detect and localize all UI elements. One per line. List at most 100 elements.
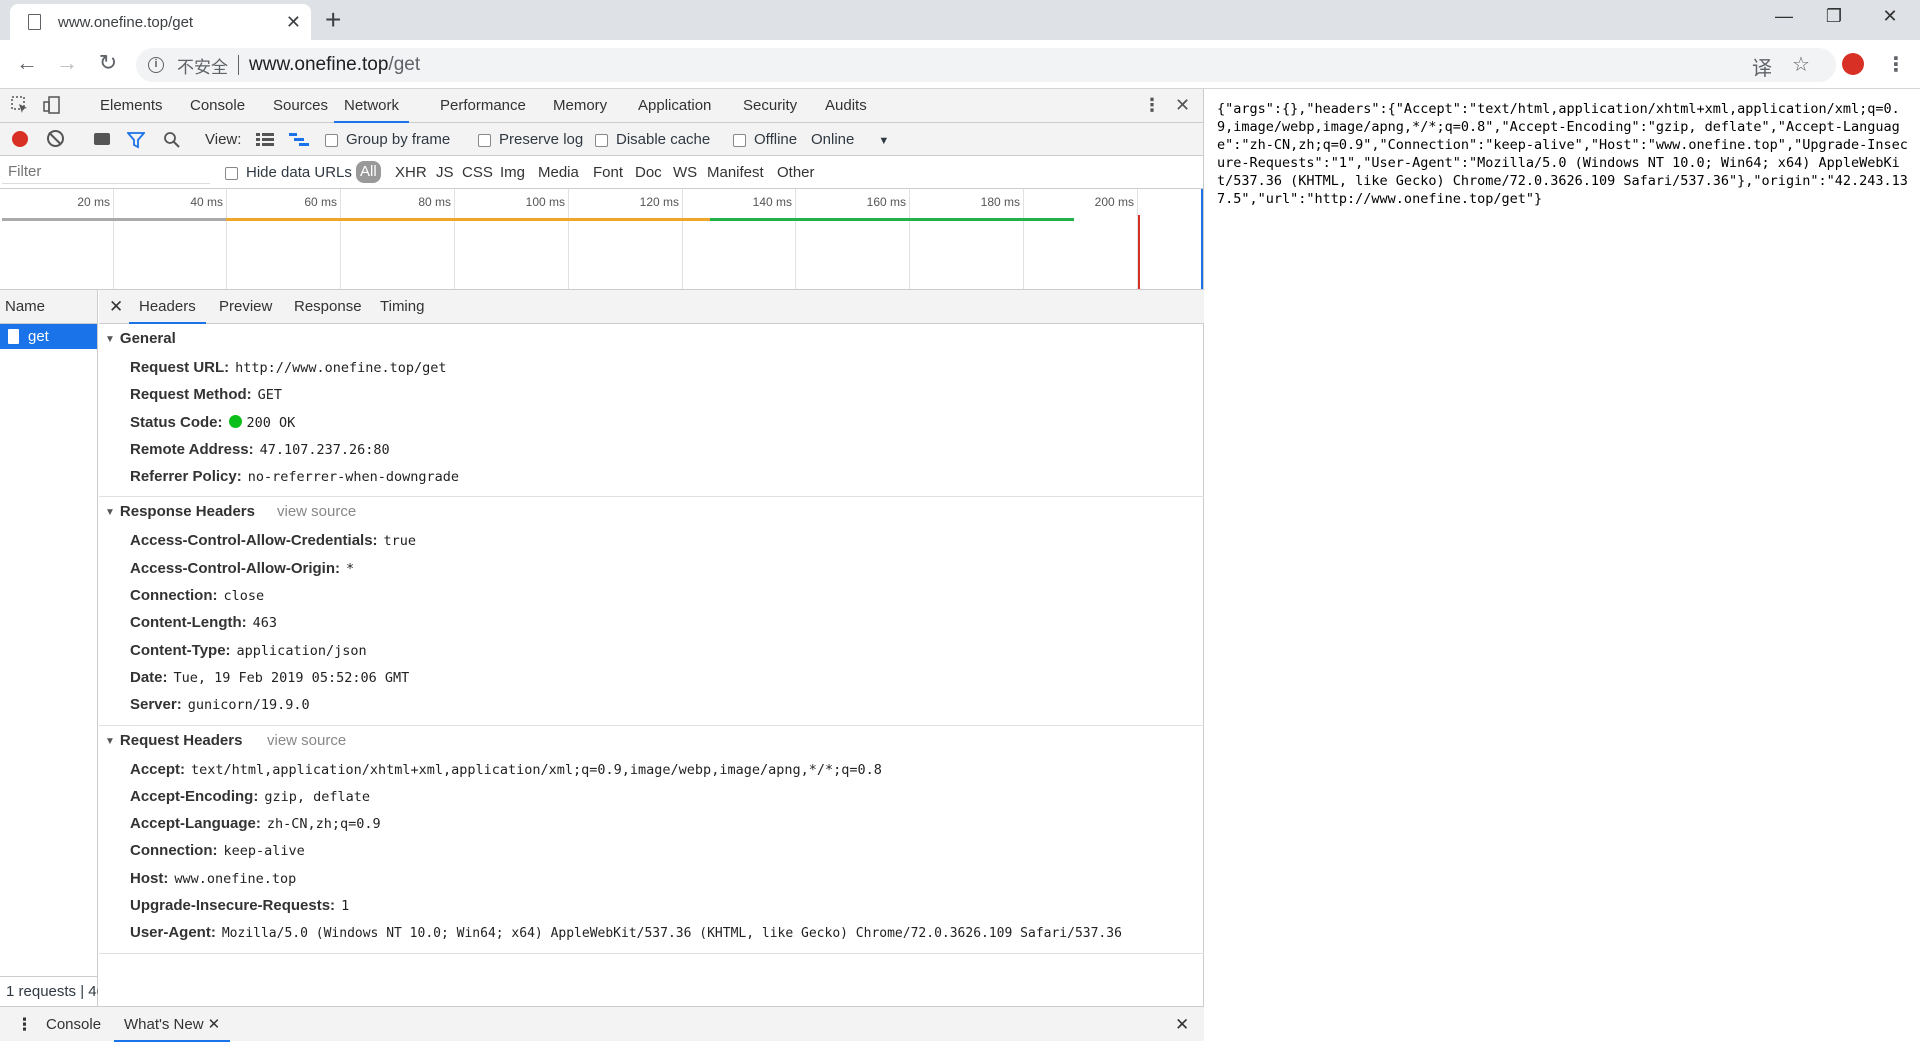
tab-security[interactable]: Security	[743, 89, 797, 123]
profile-avatar[interactable]	[1842, 53, 1864, 75]
header-value: http://www.onefine.top/get	[235, 360, 447, 376]
header-value: keep-alive	[223, 843, 305, 860]
browser-tab[interactable]: www.onefine.top/get ✕	[10, 4, 311, 40]
filter-input[interactable]	[2, 160, 210, 184]
header-key: Accept-Encoding:	[130, 787, 259, 805]
star-icon[interactable]: ☆	[1792, 52, 1810, 77]
offline-checkbox[interactable]: Offline	[733, 131, 797, 148]
close-detail-icon[interactable]: ✕	[109, 290, 123, 324]
hide-data-urls-checkbox[interactable]: Hide data URLs	[225, 164, 352, 181]
tick-label: 80 ms	[418, 195, 451, 209]
translate-icon[interactable]: 译	[1752, 52, 1772, 81]
load-marker	[1138, 215, 1140, 289]
filter-icon[interactable]	[127, 131, 145, 149]
throttle-select[interactable]: Online ▼	[811, 131, 889, 148]
reload-icon[interactable]: ↻	[93, 50, 123, 76]
tab-response[interactable]: Response	[294, 290, 362, 324]
header-key: Connection:	[130, 842, 218, 860]
back-icon[interactable]: ←	[12, 50, 42, 76]
checkbox-icon	[225, 166, 238, 180]
request-row[interactable]: get	[0, 324, 97, 349]
filter-type-img[interactable]: Img	[500, 164, 525, 181]
record-icon[interactable]	[12, 131, 28, 147]
header-row: Status Code: 200 OK	[99, 409, 1204, 436]
view-source-link[interactable]: view source	[277, 497, 356, 527]
tab-audits[interactable]: Audits	[825, 89, 867, 123]
header-row: Content-Length: 463	[99, 609, 1204, 636]
waiting-bar	[226, 218, 710, 221]
view-source-link[interactable]: view source	[267, 726, 346, 756]
more-icon[interactable]: ⋮	[1143, 95, 1161, 116]
tab-preview[interactable]: Preview	[219, 290, 272, 324]
inspect-icon[interactable]	[10, 95, 30, 115]
search-icon[interactable]	[163, 131, 181, 149]
clear-icon[interactable]	[47, 130, 64, 147]
name-column-header[interactable]: Name	[0, 290, 97, 324]
insecure-label: 不安全	[177, 57, 228, 77]
request-headers-header[interactable]: ▼ Request Headers view source	[99, 726, 1204, 756]
network-toolbar: View: Group by frame Preserve log Disabl…	[0, 123, 1203, 156]
gridline	[795, 189, 796, 289]
address-bar[interactable]: i 不安全 www.onefine.top/get	[136, 48, 1836, 82]
camera-icon[interactable]	[94, 133, 110, 145]
close-devtools-icon[interactable]: ✕	[1175, 95, 1190, 116]
tab-timing[interactable]: Timing	[380, 290, 424, 324]
header-key: Connection:	[130, 587, 218, 605]
filter-type-css[interactable]: CSS	[462, 164, 493, 181]
tick-label: 200 ms	[1094, 195, 1134, 209]
tab-console[interactable]: Console	[190, 89, 245, 123]
filter-type-all[interactable]: All	[356, 161, 381, 183]
filter-type-other[interactable]: Other	[777, 164, 815, 181]
header-row: Date: Tue, 19 Feb 2019 05:52:06 GMT	[99, 664, 1204, 691]
list-view-icon[interactable]	[256, 132, 274, 147]
general-header[interactable]: ▼ General	[99, 324, 1204, 354]
drawer-tab-console[interactable]: Console	[46, 1007, 101, 1042]
tab-sources[interactable]: Sources	[273, 89, 328, 123]
tab-application[interactable]: Application	[638, 89, 711, 123]
drawer-tab-whats-new[interactable]: What's New ✕	[114, 1007, 231, 1042]
tab-elements[interactable]: Elements	[100, 89, 163, 123]
close-drawer-icon[interactable]: ✕	[1175, 1007, 1189, 1042]
filter-type-js[interactable]: JS	[436, 164, 454, 181]
device-toolbar-icon[interactable]	[42, 95, 62, 115]
close-tab-icon[interactable]: ✕	[208, 1016, 221, 1033]
devtools-tabs: Elements Console Sources Network Perform…	[0, 89, 1203, 123]
info-icon[interactable]: i	[148, 57, 164, 73]
header-key: User-Agent:	[130, 924, 216, 942]
menu-icon[interactable]: ⋮	[1886, 52, 1906, 77]
hide-data-urls-label: Hide data URLs	[246, 164, 352, 181]
tick-label: 100 ms	[525, 195, 565, 209]
request-detail: ✕ Headers Preview Response Timing ▼ Gener…	[99, 290, 1204, 1006]
general-title: General	[119, 330, 176, 347]
waterfall-view-icon[interactable]	[289, 132, 309, 147]
disable-cache-checkbox[interactable]: Disable cache	[595, 131, 710, 148]
filter-type-manifest[interactable]: Manifest	[707, 164, 764, 181]
expand-triangle-icon: ▼	[105, 334, 115, 345]
header-key: Content-Length:	[130, 614, 247, 632]
close-tab-icon[interactable]: ✕	[286, 12, 301, 33]
tab-performance[interactable]: Performance	[440, 89, 526, 123]
header-value: gunicorn/19.9.0	[187, 697, 310, 714]
close-window-icon[interactable]: ✕	[1870, 6, 1910, 27]
tab-memory[interactable]: Memory	[553, 89, 607, 123]
group-by-frame-checkbox[interactable]: Group by frame	[325, 131, 450, 148]
filter-type-xhr[interactable]: XHR	[395, 164, 427, 181]
tab-headers[interactable]: Headers	[129, 290, 206, 324]
header-row: Remote Address: 47.107.237.26:80	[99, 436, 1204, 463]
filter-type-doc[interactable]: Doc	[635, 164, 662, 181]
preserve-log-checkbox[interactable]: Preserve log	[478, 131, 583, 148]
filter-type-ws[interactable]: WS	[673, 164, 697, 181]
filter-type-font[interactable]: Font	[593, 164, 623, 181]
restore-icon[interactable]: ❐	[1814, 6, 1854, 27]
timeline-overview[interactable]: 20 ms 40 ms 60 ms 80 ms 100 ms 120 ms 14…	[0, 189, 1203, 290]
drawer-menu-icon[interactable]: ⋮	[16, 1007, 33, 1042]
filter-type-media[interactable]: Media	[538, 164, 579, 181]
forward-icon[interactable]: →	[52, 50, 82, 76]
response-headers-header[interactable]: ▼ Response Headers view source	[99, 497, 1204, 527]
header-row: Connection: close	[99, 582, 1204, 609]
new-tab-button[interactable]: +	[325, 4, 341, 36]
header-key: Accept:	[130, 760, 186, 778]
header-key: Content-Type:	[130, 641, 231, 659]
minimize-icon[interactable]: —	[1764, 6, 1804, 27]
tab-network[interactable]: Network	[334, 89, 410, 123]
